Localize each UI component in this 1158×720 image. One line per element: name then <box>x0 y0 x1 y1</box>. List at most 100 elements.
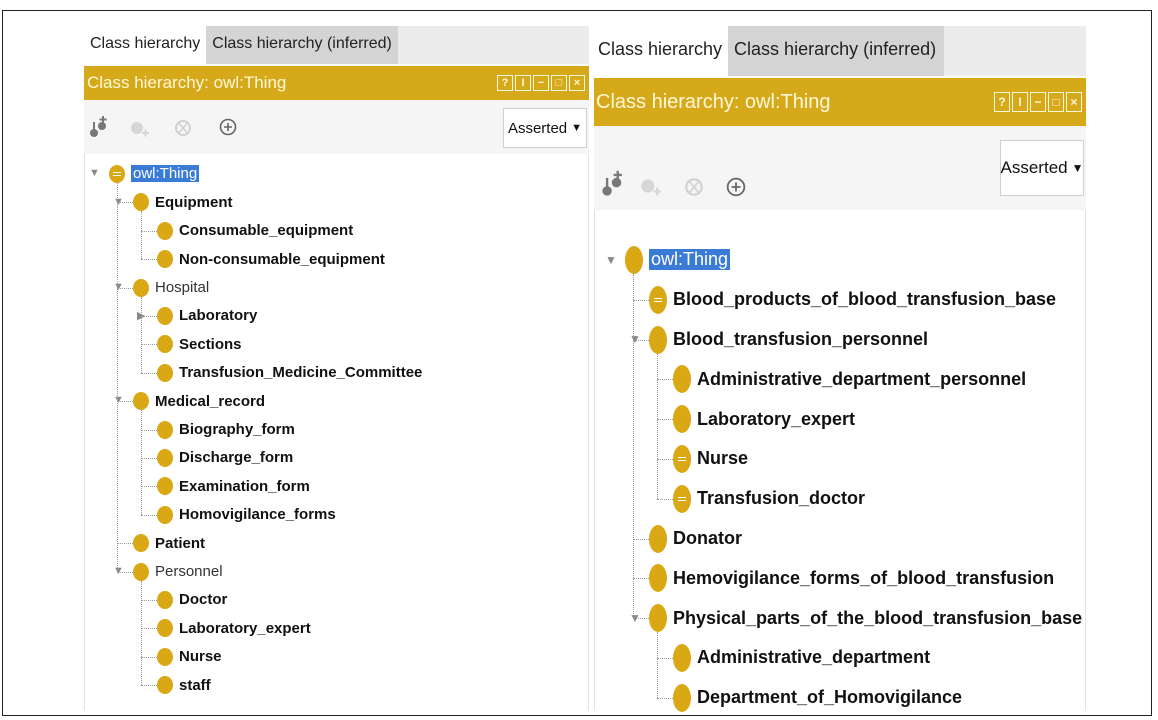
tab-class-hierarchy[interactable]: Class hierarchy <box>594 26 729 76</box>
asserted-dropdown-value: Asserted <box>1000 158 1068 177</box>
tree-node[interactable]: Equipment <box>133 188 233 216</box>
tree-node[interactable]: owl:Thing <box>625 240 731 280</box>
panel-title: Class hierarchy: owl:Thing <box>87 73 287 92</box>
tree-node[interactable]: Donator <box>649 519 742 559</box>
target-icon[interactable] <box>219 118 237 136</box>
help-button[interactable]: ? <box>994 92 1010 112</box>
tab-class-hierarchy[interactable]: Class hierarchy <box>84 26 207 64</box>
tree-node[interactable]: Blood_products_of_blood_transfusion_base <box>649 280 1056 320</box>
tree-node-label: Physical_parts_of_the_blood_transfusion_… <box>673 607 1083 628</box>
class-icon <box>157 647 173 666</box>
add-subclass-icon[interactable] <box>88 116 110 140</box>
tree-node[interactable]: Consumable_equipment <box>157 217 353 245</box>
add-sibling-icon[interactable] <box>128 116 150 140</box>
class-icon <box>157 448 173 467</box>
minimize-button[interactable]: − <box>1030 92 1046 112</box>
expand-down-icon[interactable]: ▼ <box>89 167 100 179</box>
tree-node-label: Examination_form <box>179 477 310 495</box>
maximize-button[interactable]: □ <box>551 75 567 91</box>
tree-node[interactable]: Personnel <box>133 557 223 585</box>
tab-bar: Class hierarchy Class hierarchy (inferre… <box>84 26 589 64</box>
tree-node[interactable]: Transfusion_doctor <box>673 479 865 519</box>
tree-node-label: Equipment <box>155 193 233 211</box>
tree-node[interactable]: Nurse <box>673 439 748 479</box>
add-subclass-icon[interactable] <box>600 170 626 200</box>
tree-connector <box>141 296 142 373</box>
tree-connector <box>657 459 673 460</box>
tree-node-label: Transfusion_doctor <box>697 488 866 509</box>
tree-node[interactable]: Nurse <box>157 643 222 671</box>
asserted-dropdown[interactable]: Asserted ▼ <box>503 108 587 148</box>
expand-down-icon[interactable]: ▼ <box>605 253 617 267</box>
tree-connector <box>117 571 133 573</box>
tree-connector <box>141 259 157 261</box>
tree-node[interactable]: Administrative_department <box>673 638 930 678</box>
window-controls: ? I − □ × <box>994 92 1082 112</box>
delete-class-icon[interactable] <box>174 118 192 138</box>
tree-node-label: Blood_transfusion_personnel <box>673 329 929 350</box>
tree-node[interactable]: Department_of_Homovigilance <box>673 678 962 718</box>
tree-connector <box>657 697 673 699</box>
class-icon <box>133 534 149 553</box>
tree-node[interactable]: Biography_form <box>157 415 295 443</box>
tree-node[interactable]: staff <box>157 671 211 699</box>
class-icon <box>133 562 149 581</box>
help-button[interactable]: ? <box>497 75 513 91</box>
info-button[interactable]: I <box>1012 92 1028 112</box>
tree-node-label: Laboratory_expert <box>697 408 856 429</box>
target-icon[interactable] <box>726 177 746 197</box>
tree-node[interactable]: Patient <box>133 529 205 557</box>
defined-class-icon <box>673 484 691 513</box>
class-tree: owl:Thing ▼ Equipment ▼ Consumable_equipment… <box>84 154 589 710</box>
tree-node[interactable]: Laboratory_expert <box>157 614 311 642</box>
tree-node[interactable]: Sections <box>157 330 242 358</box>
tree-node[interactable]: owl:Thing <box>109 160 200 188</box>
tree-node[interactable]: Laboratory_expert <box>673 399 855 439</box>
tree-connector <box>141 344 157 346</box>
tree-node[interactable]: Administrative_department_personnel <box>673 360 1026 400</box>
asserted-dropdown[interactable]: Asserted ▼ <box>1000 140 1084 196</box>
tree-node[interactable]: Physical_parts_of_the_blood_transfusion_… <box>649 598 1082 638</box>
class-icon <box>673 683 691 712</box>
tree-node[interactable]: Blood_transfusion_personnel <box>649 320 928 360</box>
tree-node[interactable]: Non-consumable_equipment <box>157 245 385 273</box>
tree-node-label: Laboratory_expert <box>179 619 311 637</box>
close-button[interactable]: × <box>569 75 585 91</box>
tree-node[interactable]: Hospital <box>133 273 209 301</box>
tree-connector <box>141 230 157 232</box>
tree-connector <box>633 299 649 301</box>
tree-node[interactable]: Medical_record <box>133 387 265 415</box>
tree-node-label: Non-consumable_equipment <box>179 250 385 268</box>
minimize-button[interactable]: − <box>533 75 549 91</box>
class-icon <box>625 245 643 274</box>
class-icon <box>673 405 691 434</box>
info-button[interactable]: I <box>515 75 531 91</box>
class-icon <box>157 619 173 638</box>
tree-node-label: Personnel <box>155 563 223 581</box>
tree-connector <box>633 618 649 620</box>
tree-node[interactable]: Doctor <box>157 586 227 614</box>
tree-node-label: Biography_form <box>179 421 295 439</box>
tab-class-hierarchy-inferred[interactable]: Class hierarchy (inferred) <box>728 26 945 76</box>
tree-node[interactable]: Hemovigilance_forms_of_blood_transfusion <box>649 559 1054 599</box>
tab-class-hierarchy-inferred[interactable]: Class hierarchy (inferred) <box>206 26 398 64</box>
tree-connector <box>633 578 649 580</box>
class-icon <box>157 363 173 382</box>
tree-node[interactable]: Discharge_form <box>157 444 293 472</box>
maximize-button[interactable]: □ <box>1048 92 1064 112</box>
tree-node-label: Discharge_form <box>179 449 294 467</box>
tree-node-label: Transfusion_Medicine_Committee <box>179 364 423 382</box>
tree-connector <box>633 339 649 341</box>
tree-node-label: Sections <box>179 335 242 353</box>
add-sibling-icon[interactable] <box>638 172 662 200</box>
delete-class-icon[interactable] <box>684 176 704 198</box>
class-tree: owl:Thing ▼ Blood_products_of_blood_transf… <box>594 210 1086 712</box>
tree-node[interactable]: Transfusion_Medicine_Committee <box>157 359 422 387</box>
tree-node[interactable]: Homovigilance_forms <box>157 501 336 529</box>
tree-node[interactable]: Examination_form <box>157 472 310 500</box>
close-button[interactable]: × <box>1066 92 1082 112</box>
tree-connector <box>141 372 157 374</box>
class-icon <box>673 643 691 672</box>
class-icon <box>649 604 667 633</box>
tree-node[interactable]: Laboratory <box>157 302 257 330</box>
